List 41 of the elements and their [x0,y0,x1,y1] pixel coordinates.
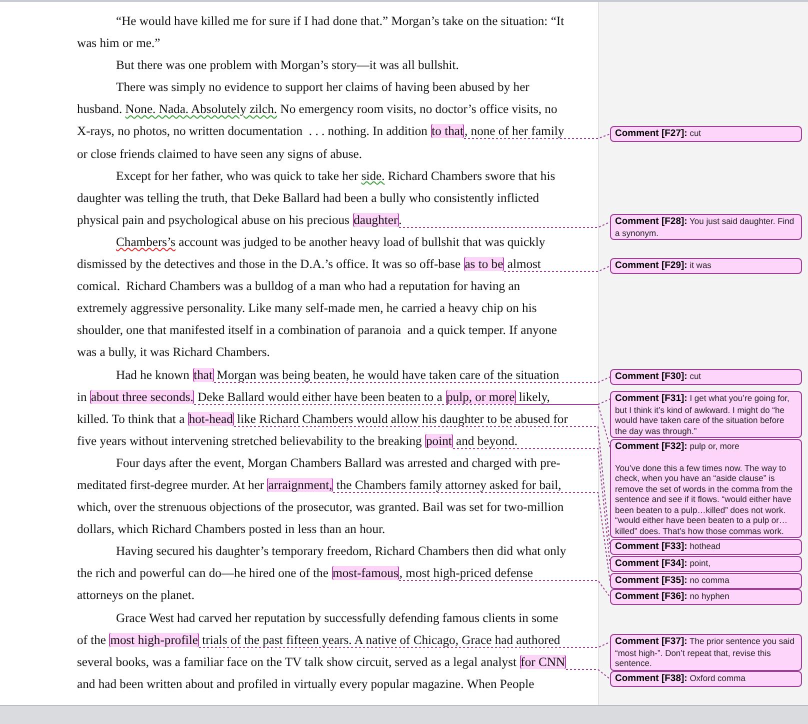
text-line: husband. None. Nada. Absolutely zilch. No emergency room visits, no doctor’s office visits, no [77,101,558,118]
comment-balloon[interactable]: Comment [F38]: Oxford comma [610,671,802,686]
text-line: Four days after the event, Morgan Chambers Ballard was arrested and charged with pre- [115,454,560,472]
comment-balloon[interactable]: Comment [F35]: no comma [610,573,802,588]
text-line: attorneys on the planet. [77,587,195,604]
text-line: which, over the strenuous objections of the prosecutor, was granted. Bail was set for two-million [77,499,564,516]
text-line: and had been written about and profiled in virtually every popular magazine. When People [77,676,534,693]
text-line: “He would have killed me for sure if I had done that.” Morgan’s take on the situation: “It [115,13,564,30]
text-line: There was simply no evidence to support her claims of having been abused by her [115,79,530,96]
text-line: several books, was a familiar face on the TV talk show circuit, served as a legal analyst for CNN [77,654,566,671]
text-line: was a bully, it was Richard Chambers. [77,344,270,362]
text-line: dismissed by the detectives and those in the D.A.’s office. It was so off-base as to be almost [77,256,541,274]
comment-balloon[interactable]: Comment [F36]: no hyphen [610,589,802,604]
comment-balloon[interactable]: Comment [F27]: cut [610,126,802,142]
text-line: Chambers’s account was judged to be another heavy load of bullshit that was quickly [115,234,546,251]
text-line: But there was one problem with Morgan’s story—it was all bullshit. [115,57,459,74]
text-line: Having secured his daughter’s temporary freedom, Richard Chambers then did what only [115,543,566,560]
text-line: physical pain and psychological abuse on his precious daughter. [77,212,402,229]
text-line: meditated first-degree murder. At her arraignment, the Chambers family attorney asked for bail, [77,476,562,494]
text-line: the rich and powerful can do—he hired one of the most-famous, most high-priced defense [77,565,533,582]
comment-balloon[interactable]: Comment [F32]: pulp or, more You’ve done this a few times now. The way to check, when you have an “aside clause” is remove the set of words in the comma from the sentence and see if it flows. “would either have been beaten to a pulp…killed” does not work. “would either have been beaten to a pulp or…killed” does. That’s how those commas work. [610,439,802,538]
text-line: five years without intervening stretched believability to the breaking point and beyond. [77,432,518,450]
comment-balloon[interactable]: Comment [F33]: hothead [610,539,802,554]
comment-balloon[interactable]: Comment [F30]: cut [610,369,802,384]
comment-balloon[interactable]: Comment [F34]: point, [610,556,802,572]
comment-balloon[interactable]: Comment [F37]: The prior sentence you said “most high-”. Don’t repeat that, revise this sentence. [610,634,802,670]
text-line: shoulder, one that manifested itself in a combination of paranoia and a quick temper. If anyone [77,322,558,340]
text-line: extremely aggressive personality. Like many self-made men, he carried a heavy chip on his [77,300,537,318]
comment-balloon[interactable]: Comment [F28]: You just said daughter. Find a synonym. [610,214,802,240]
text-line: killed. To think that a hot-head like Richard Chambers would allow his daughter to be abused for [77,410,568,428]
text-line: daughter was telling the truth, that Deke Ballard had been a bully who consistently inflicted [77,190,539,207]
text-line: was him or me.” [77,35,160,52]
text-line: dollars, which Richard Chambers posted in less than an hour. [77,521,386,538]
text-line: of the most high-profile trials of the past fifteen years. A native of Chicago, Grace had authored [77,632,560,649]
comment-balloon[interactable]: Comment [F29]: it was [610,258,802,274]
text-line: or close friends claimed to have seen any signs of abuse. [77,146,362,163]
comment-balloon[interactable]: Comment [F31]: I get what you’re going for, but I think it’s kind of awkward. I might do “he would have taken care of the situation before the day was through.” [610,391,802,438]
leader-line [566,669,610,680]
text-line: Except for her father, who was quick to take her side. Richard Chambers swore that his [115,168,556,185]
text-line: Grace West had carved her reputation by successfully defending famous clients in some [115,610,558,627]
text-line: comical. Richard Chambers was a bulldog of a man who had a reputation for having an [77,278,520,296]
